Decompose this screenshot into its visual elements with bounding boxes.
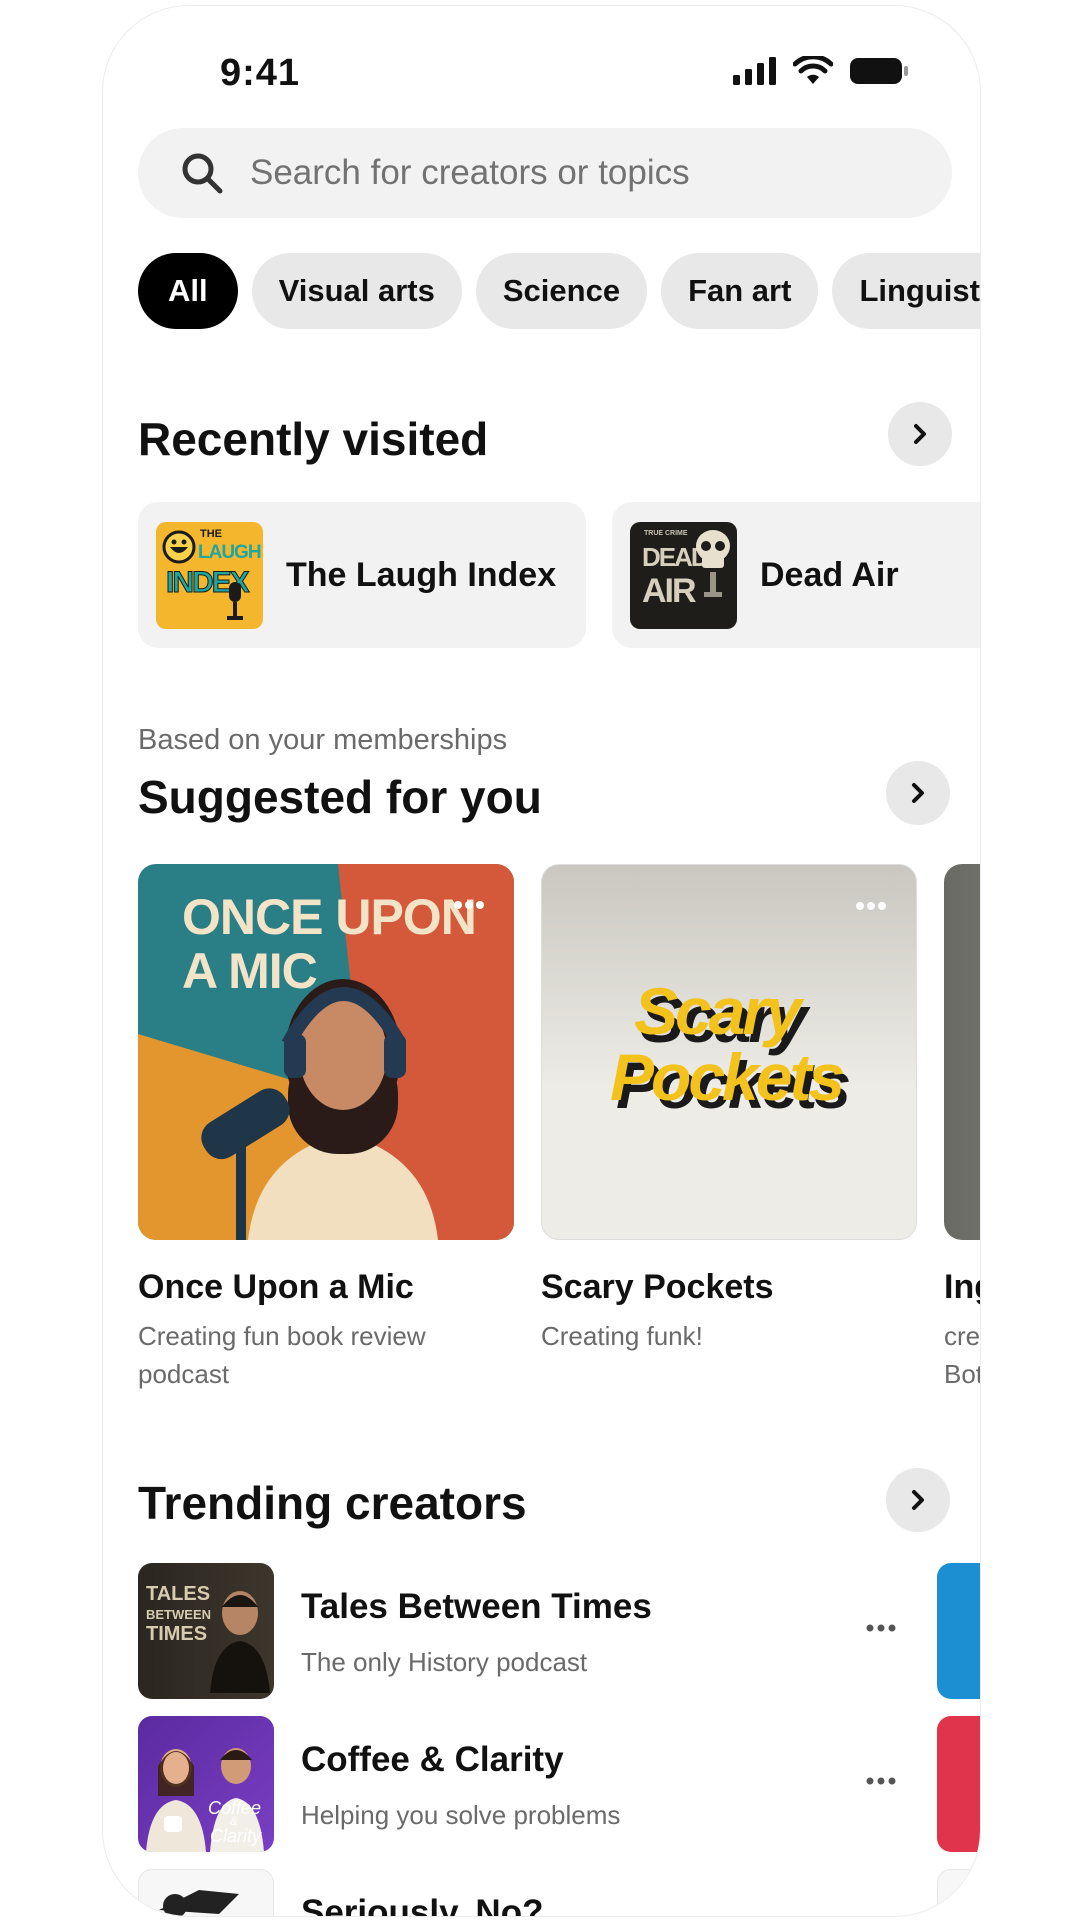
laugh-index-art-small: THE: [200, 527, 222, 540]
chevron-right-icon: [912, 783, 924, 803]
suggested-title: Suggested for you: [138, 771, 542, 823]
record-player-illustration: [159, 1890, 239, 1916]
trending-row-tales-between-times[interactable]: TALES BETWEEN TIMES Tales Between Times …: [138, 1563, 908, 1699]
trending-title: Trending creators: [138, 1477, 527, 1529]
chip-visual-arts[interactable]: Visual arts: [251, 253, 462, 329]
search-bar[interactable]: [138, 128, 952, 218]
microphone-icon: [227, 581, 243, 620]
suggested-card-title: Once Upon a Mic: [138, 1268, 414, 1306]
trending-row-coffee-clarity[interactable]: Coffee & Clarity Coffee & Clarity Helpin…: [138, 1716, 908, 1852]
status-time: 9:41: [220, 52, 301, 94]
once-upon-a-mic-art-line2: A MIC: [182, 943, 318, 999]
trending-see-all-button[interactable]: [886, 1468, 950, 1532]
chip-linguistics[interactable]: Linguistics: [832, 253, 980, 329]
suggested-card-once-upon-a-mic[interactable]: ONCE UPON A MIC Once Upon a Mic Creating…: [138, 864, 514, 1393]
chip-fan-art[interactable]: Fan art: [661, 253, 819, 329]
suggested-card-description-line1: cre: [944, 1321, 980, 1351]
tales-between-times-artwork: TALES BETWEEN TIMES: [138, 1563, 274, 1699]
tales-art-line1: TALES: [146, 1583, 211, 1605]
category-chips: All Visual arts Science Fan art Linguist…: [138, 253, 980, 329]
more-options-icon[interactable]: [866, 1623, 896, 1633]
dead-air-art-line2: AIR: [642, 571, 697, 610]
trending-peek-card[interactable]: [937, 1869, 980, 1916]
laugh-face-icon: [162, 530, 196, 563]
seriously-no-artwork: [138, 1869, 274, 1916]
wifi-icon: [793, 56, 833, 84]
portrait-illustration: [210, 1591, 270, 1693]
recent-card-name: Dead Air: [760, 555, 899, 594]
chip-all[interactable]: All: [138, 253, 238, 329]
recently-visited-title: Recently visited: [138, 413, 489, 465]
partial-card-artwork: [944, 864, 980, 1240]
status-icons: [733, 56, 909, 86]
more-options-icon[interactable]: [454, 900, 484, 910]
trending-row-seriously-no[interactable]: Seriously, No?: [138, 1869, 908, 1916]
chevron-right-icon: [912, 1490, 924, 1510]
battery-icon: [850, 58, 908, 84]
coffee-clarity-artwork: Coffee & Clarity: [138, 1716, 274, 1852]
scary-pockets-art-line2: Pockets: [610, 1040, 845, 1114]
skull-icon: [696, 529, 730, 597]
once-upon-a-mic-artwork: ONCE UPON A MIC: [138, 864, 514, 1240]
recent-card-name: The Laugh Index: [286, 555, 557, 594]
suggested-see-all-button[interactable]: [886, 761, 950, 825]
trending-row-name: Tales Between Times: [301, 1587, 652, 1626]
suggested-subtitle: Based on your memberships: [138, 724, 508, 756]
status-bar: 9:41: [103, 6, 980, 136]
trending-row-name: Seriously, No?: [301, 1893, 544, 1916]
coffee-art-line3: Clarity: [210, 1826, 262, 1846]
recent-card-laugh-index[interactable]: THE LAUGH INDEX The Laugh Index: [138, 502, 586, 648]
laugh-index-art-line1: LAUGH: [198, 541, 262, 563]
suggested-card-title: Ing: [944, 1268, 980, 1306]
trending-peek-card[interactable]: [937, 1563, 980, 1699]
suggested-card-description: Creating fun book review podcast: [138, 1321, 426, 1389]
scary-pockets-artwork: Scary Pockets: [541, 864, 917, 1240]
trending-row-name: Coffee & Clarity: [301, 1740, 564, 1779]
suggested-card-scary-pockets[interactable]: Scary Pockets Scary Pockets Creating fun…: [541, 864, 917, 1355]
once-upon-a-mic-art-line1: ONCE UPON: [182, 889, 477, 945]
dead-air-art-small: TRUE CRIME: [644, 529, 688, 537]
recently-visited-see-all-button[interactable]: [888, 402, 952, 466]
suggested-card-partial[interactable]: Ing cre Bot: [944, 864, 980, 1393]
phone-screen: 9:41 All V: [103, 6, 980, 1916]
signal-icon: [733, 57, 776, 85]
trending-row-description: Helping you solve problems: [301, 1800, 621, 1830]
recent-card-dead-air[interactable]: TRUE CRIME DEAD AIR Dead Air: [612, 502, 980, 648]
trending-row-description: The only History podcast: [301, 1647, 588, 1677]
chip-science[interactable]: Science: [475, 253, 648, 329]
scary-pockets-art-line1: Scary: [634, 974, 802, 1048]
suggested-card-description-line2: Bot: [944, 1359, 980, 1389]
tales-art-line2: BETWEEN: [146, 1607, 211, 1622]
laugh-index-artwork: THE LAUGH INDEX: [156, 521, 263, 629]
more-options-icon[interactable]: [856, 901, 886, 911]
tales-art-line3: TIMES: [146, 1623, 208, 1645]
trending-peek-card[interactable]: [937, 1716, 980, 1852]
dead-air-artwork: TRUE CRIME DEAD AIR: [630, 521, 737, 629]
suggested-card-title: Scary Pockets: [541, 1268, 774, 1306]
more-options-icon[interactable]: [866, 1776, 896, 1786]
suggested-card-description: Creating funk!: [541, 1321, 703, 1351]
chevron-right-icon: [914, 424, 926, 444]
search-icon: [182, 153, 223, 194]
search-input[interactable]: [248, 152, 892, 194]
